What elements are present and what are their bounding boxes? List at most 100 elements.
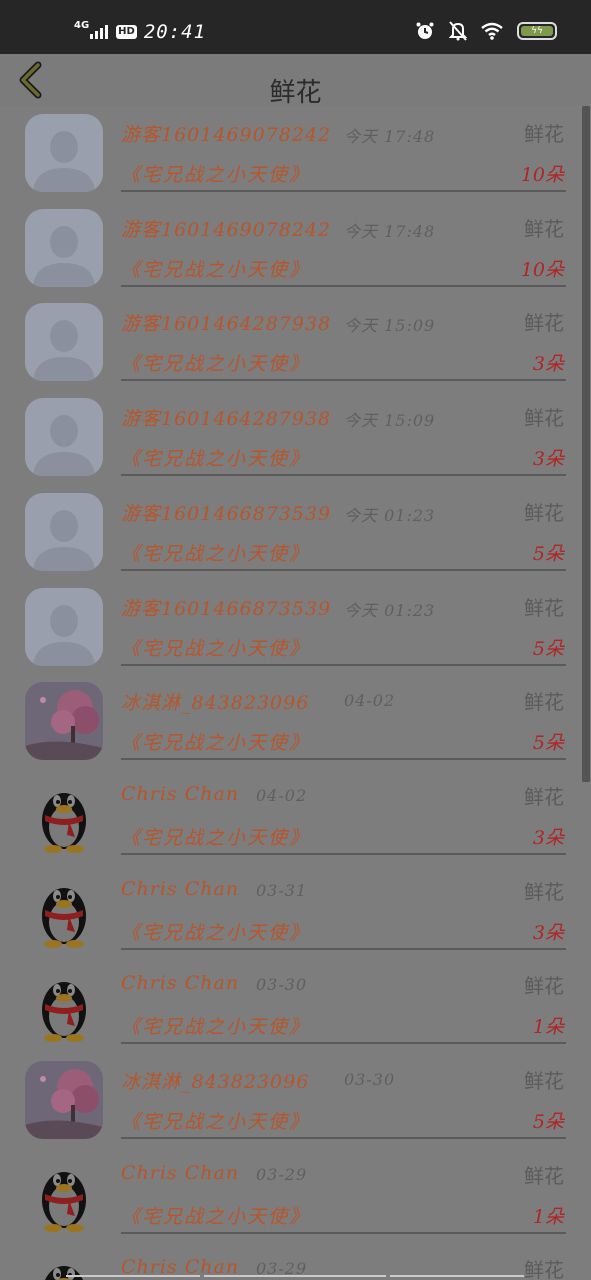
send-time: 今天 01:23	[344, 600, 436, 620]
row-divider	[121, 852, 566, 855]
row-divider	[121, 190, 566, 192]
status-left: 4G HD 20:41	[74, 18, 206, 46]
flower-count: 3朵	[532, 826, 564, 849]
default-avatar-icon	[25, 303, 103, 382]
row-divider	[121, 379, 566, 382]
send-time: 04-02	[344, 691, 396, 711]
sender-name: Chris Chan	[121, 782, 240, 805]
gift-type: 鲜花	[524, 311, 564, 336]
list-item[interactable]: 冰淇淋_843823096 04-02 鲜花 《宅兄战之小天使》 5朵	[0, 674, 580, 768]
row-divider	[121, 947, 566, 950]
alarm-icon	[416, 22, 434, 39]
avatar[interactable]	[25, 303, 103, 382]
flower-count: 3朵	[532, 448, 564, 471]
status-time: 20:41	[143, 21, 207, 43]
sender-name: Chris Chan	[121, 877, 240, 900]
avatar[interactable]	[25, 208, 103, 287]
book-title: 《宅兄战之小天使》	[121, 164, 311, 186]
flower-count: 5朵	[532, 637, 564, 660]
list-item[interactable]: 游客1601464287938 今天 15:09 鲜花 《宅兄战之小天使》 3朵	[0, 295, 580, 389]
send-time: 今天 15:09	[344, 316, 436, 336]
default-avatar-icon	[25, 114, 103, 192]
send-time: 04-02	[256, 785, 308, 805]
sender-name: 游客1601469078242	[121, 124, 332, 146]
scrollbar[interactable]	[582, 106, 590, 782]
avatar[interactable]	[25, 1061, 103, 1139]
row-divider	[121, 1231, 566, 1234]
book-title: 《宅兄战之小天使》	[121, 1205, 311, 1228]
send-time: 03-31	[256, 880, 308, 900]
default-avatar-icon	[25, 587, 103, 666]
avatar[interactable]	[25, 1155, 103, 1234]
gift-type: 鲜花	[524, 879, 564, 904]
sender-name: Chris Chan	[121, 1161, 240, 1184]
flower-count: 3朵	[532, 353, 564, 376]
flower-count: 5朵	[532, 542, 564, 565]
row-divider	[121, 663, 566, 666]
row-divider	[121, 284, 566, 287]
page-title: 鲜花	[269, 78, 322, 108]
hd-badge: HD	[116, 25, 137, 39]
avatar[interactable]	[25, 587, 103, 666]
avatar[interactable]	[25, 776, 103, 855]
cherry-blossom-avatar	[25, 682, 103, 761]
avatar[interactable]	[25, 492, 103, 571]
book-title: 《宅兄战之小天使》	[121, 258, 311, 281]
wifi-icon	[481, 22, 503, 40]
gift-type: 鲜花	[524, 406, 564, 431]
avatar[interactable]	[25, 398, 103, 477]
gift-type: 鲜花	[524, 784, 564, 809]
network-label: 4G	[74, 20, 90, 31]
list-item[interactable]: Chris Chan 04-02 鲜花《宅兄战之小天使》 3朵	[0, 769, 580, 863]
list-item[interactable]: Chris Chan 03-30 鲜花 《宅兄战之小天使》 1朵	[0, 958, 580, 1052]
flower-record-list[interactable]: 游客1601469078242 今天 17:48 鲜花 《宅兄战之小天使》 10朵 游客1…	[0, 106, 591, 1280]
penguin-avatar	[25, 776, 103, 855]
book-title: 《宅兄战之小天使》	[121, 542, 311, 565]
penguin-avatar	[25, 871, 103, 950]
gift-type: 鲜花	[524, 1069, 564, 1093]
book-title: 《宅兄战之小天使》	[121, 1016, 311, 1039]
row-divider	[121, 568, 566, 571]
list-item[interactable]: Chris Chan 03-31 鲜花《宅兄战之小天使》 3朵	[0, 864, 580, 958]
list-item[interactable]: 游客1601466873539 今天 01:23 鲜花 《宅兄战之小天使》 5朵	[0, 485, 580, 579]
list-item[interactable]: 游客1601469078242 今天 17:48 鲜花 《宅兄战之小天使》 10朵	[0, 201, 580, 295]
flower-count: 3朵	[532, 921, 564, 944]
default-avatar-icon	[25, 208, 103, 287]
send-time: 今天 01:23	[344, 505, 436, 525]
list-item[interactable]: Chris Chan 03-29 鲜花《宅兄战之小天使》 1朵	[0, 1148, 580, 1242]
book-title: 《宅兄战之小天使》	[121, 732, 311, 755]
avatar[interactable]	[25, 966, 103, 1045]
row-divider	[121, 758, 566, 761]
avatar[interactable]	[25, 871, 103, 950]
list-item[interactable]: 游客1601469078242 今天 17:48 鲜花 《宅兄战之小天使》 10朵	[0, 106, 580, 200]
row-divider	[121, 1042, 566, 1045]
battery-icon: ϟϟ	[517, 22, 557, 40]
book-title: 《宅兄战之小天使》	[121, 826, 311, 849]
signal-icon: 4G	[74, 21, 109, 39]
sender-name: 游客1601464287938	[121, 408, 332, 431]
send-time: 03-29	[256, 1164, 308, 1184]
flower-count: 1朵	[532, 1205, 564, 1228]
gift-type: 鲜花	[524, 690, 564, 715]
list-item[interactable]: 游客1601466873539 今天 01:23 鲜花 《宅兄战之小天使》 5朵	[0, 580, 580, 674]
send-time: 今天 17:48	[344, 221, 436, 241]
avatar[interactable]	[25, 682, 103, 761]
sender-name: 游客1601469078242	[121, 218, 332, 241]
book-title: 《宅兄战之小天使》	[121, 921, 311, 944]
status-right: ϟϟ	[415, 21, 557, 41]
flower-count: 5朵	[532, 732, 564, 755]
flower-count: 1朵	[532, 1016, 564, 1039]
list-item[interactable]: 冰淇淋_843823096 03-30 鲜花 《宅兄战之小天使》 5朵	[0, 1053, 580, 1147]
gift-type: 鲜花	[524, 595, 564, 620]
bell-off-icon	[449, 21, 467, 41]
avatar[interactable]	[25, 114, 103, 192]
sender-name: Chris Chan	[121, 972, 240, 995]
default-avatar-icon	[25, 492, 103, 571]
gift-type: 鲜花	[524, 1163, 564, 1188]
list-item[interactable]: 游客1601464287938 今天 15:09 鲜花 《宅兄战之小天使》 3朵	[0, 390, 580, 484]
send-time: 今天 17:48	[344, 127, 436, 146]
header: 鲜花	[0, 54, 591, 108]
cherry-blossom-avatar	[25, 1061, 103, 1139]
gift-type: 鲜花	[524, 974, 564, 999]
sender-name: 冰淇淋_843823096	[121, 1071, 310, 1093]
